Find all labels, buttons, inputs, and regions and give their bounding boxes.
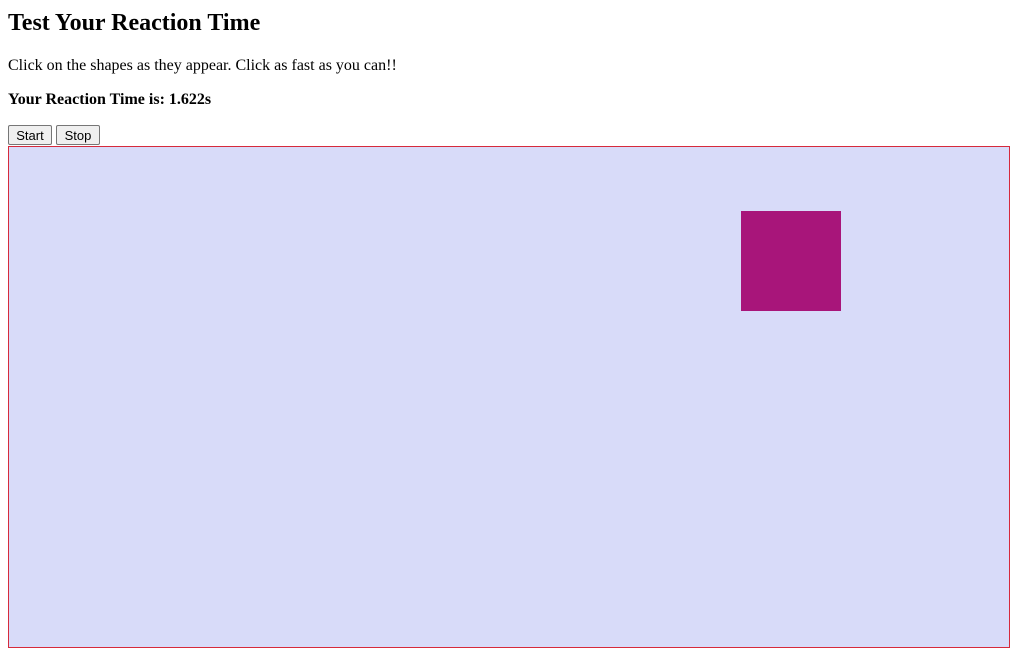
instructions-text: Click on the shapes as they appear. Clic… (8, 57, 397, 74)
page: Test Your Reaction Time Click on the sha… (0, 0, 1017, 662)
target-shape[interactable] (741, 211, 841, 311)
game-area[interactable] (8, 146, 1010, 648)
reaction-time-display: Your Reaction Time is: 1.622s (8, 91, 211, 109)
stop-button[interactable]: Stop (56, 125, 100, 145)
controls: Start Stop (8, 125, 100, 146)
reaction-time-label: Your Reaction Time is: (8, 91, 169, 108)
page-title: Test Your Reaction Time (8, 10, 261, 36)
reaction-time-value: 1.622s (168, 91, 212, 108)
start-button[interactable]: Start (8, 125, 52, 145)
